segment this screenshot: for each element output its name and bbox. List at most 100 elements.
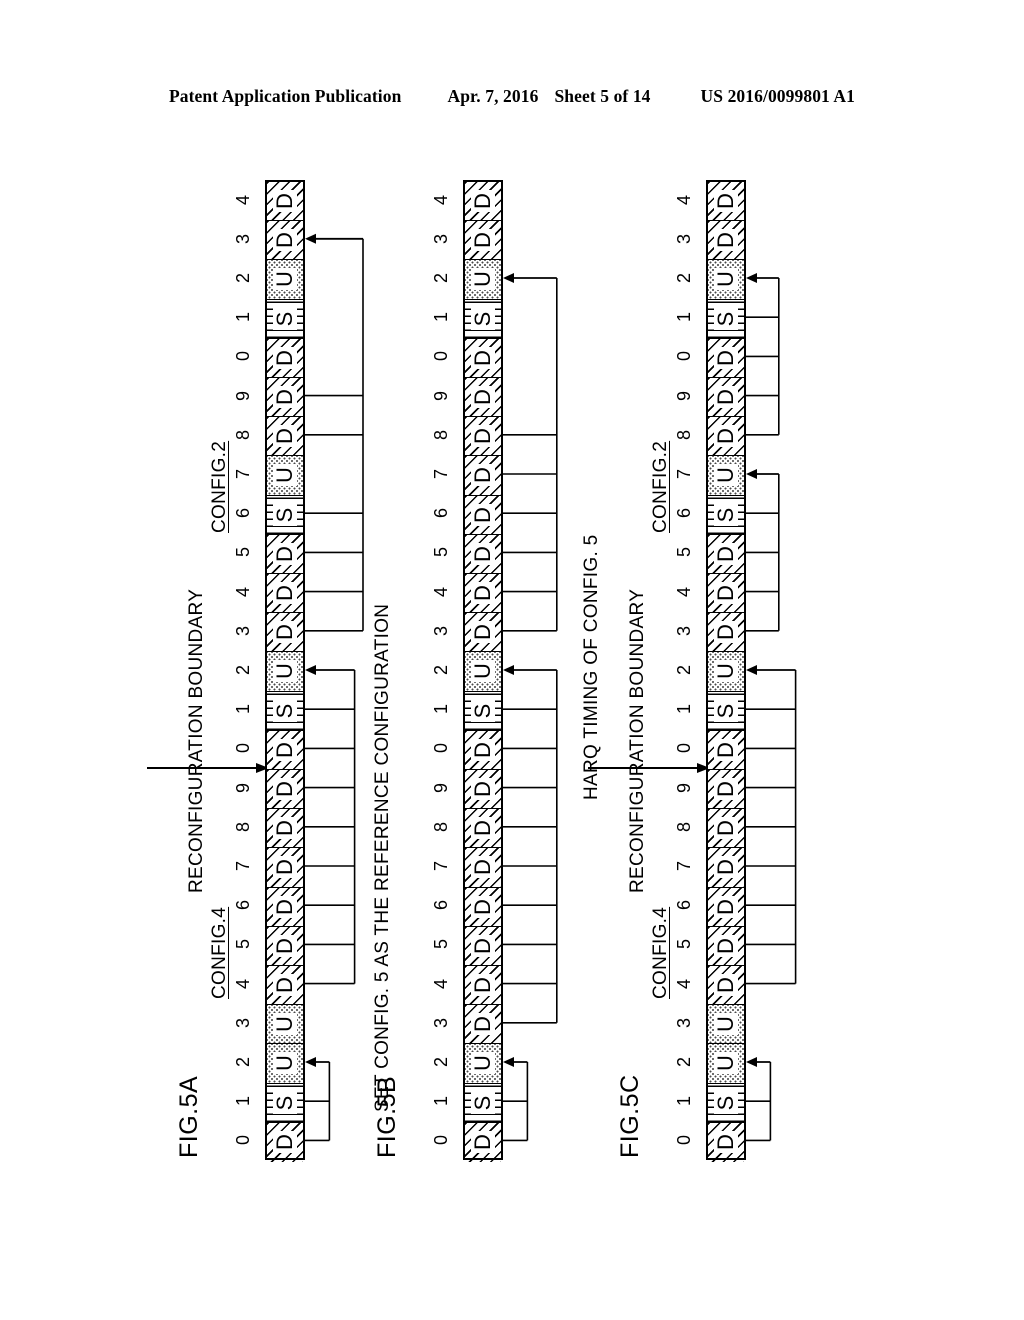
fig-5c-subframe-bar: D S U U D D D D D D D S U D D D S U D D D S U D D [706,180,746,1162]
subframe-cell-D: D [267,887,303,927]
cell-glyph: U [713,1055,738,1072]
subframe-index: 5 [674,939,694,950]
subframe-index: 2 [233,272,253,284]
subframe-cell-U: U [267,652,303,692]
subframe-index: 3 [233,1017,253,1028]
subframe-index: 9 [674,782,694,793]
fig-5c-label: FIG.5C [616,1074,644,1158]
subframe-index: 6 [431,508,451,519]
subframe-cell-U: U [708,456,744,496]
subframe-index: 6 [431,900,451,911]
cell-glyph: U [470,663,495,680]
subframe-index: 1 [674,704,694,715]
subframe-index: 4 [431,194,451,205]
subframe-cell-S: S [708,1083,744,1123]
subframe-cell-D: D [267,613,303,653]
subframe-cell-D: D [465,887,501,927]
cell-glyph: S [272,311,297,327]
cell-glyph: D [470,781,495,798]
subframe-cell-D: D [267,378,303,418]
subframe-cell-D: D [267,338,303,378]
subframe-index: 2 [674,272,694,284]
subframe-index: 6 [233,900,253,911]
subframe-index: 9 [674,390,694,401]
fig-5c-boundary-arrow [588,758,710,778]
subframe-index: 2 [431,1056,451,1068]
cell-glyph: D [713,232,738,249]
subframe-cell-S: S [465,299,501,339]
subframe-index: 7 [674,860,694,872]
subframe-index: 7 [233,860,253,872]
fig-5a-harq-connectors [305,180,425,1160]
fig-5c-config-left: CONFIG.4 [650,907,671,1000]
subframe-cell-D: D [465,926,501,966]
subframe-index: 5 [233,547,253,558]
subframe-index: 1 [233,312,253,323]
cell-glyph: D [713,820,738,837]
subframe-cell-D: D [708,417,744,457]
patent-figure-page: Patent Application Publication Apr. 7, 2… [0,0,1024,1320]
cell-glyph: D [272,859,297,876]
cell-glyph: S [272,507,297,523]
cell-glyph: D [470,898,495,915]
subframe-index: 8 [431,821,451,832]
subframe-cell-U: U [267,456,303,496]
subframe-index: 4 [674,978,694,989]
subframe-cell-D: D [465,613,501,653]
subframe-index: 8 [674,821,694,832]
cell-glyph: D [470,467,495,484]
subframe-cell-D: D [267,926,303,966]
subframe-cell-D: D [708,221,744,261]
subframe-cell-D: D [267,809,303,849]
subframe-index: 4 [431,978,451,989]
subframe-cell-D: D [708,887,744,927]
fig-5b-caption: SET CONFIG. 5 AS THE REFERENCE CONFIGURA… [372,603,393,1112]
subframe-cell-S: S [267,495,303,535]
cell-glyph: S [470,1095,495,1111]
cell-glyph: D [713,428,738,445]
subframe-cell-D: D [465,182,501,222]
cell-glyph: D [272,977,297,994]
cell-glyph: D [713,977,738,994]
cell-glyph: U [713,1016,738,1033]
subframe-cell-D: D [465,848,501,888]
cell-glyph: S [713,703,738,719]
publication-header: Patent Application Publication Apr. 7, 2… [0,86,1024,107]
subframe-index: 2 [674,664,694,676]
fig-5c-config-right: CONFIG.2 [650,440,671,533]
cell-glyph: D [272,741,297,758]
cell-glyph: D [470,585,495,602]
header-date: Apr. 7, 2016 [447,86,539,106]
subframe-cell-U: U [708,1005,744,1045]
subframe-cell-U: U [465,260,501,300]
header-sheet: Sheet 5 of 14 [554,86,651,106]
cell-glyph: D [272,545,297,562]
cell-glyph: S [470,311,495,327]
subframe-index: 0 [674,351,694,362]
cell-glyph: D [272,937,297,954]
fig-5a-label: FIG.5A [175,1075,203,1158]
cell-glyph: D [470,545,495,562]
subframe-cell-D: D [465,221,501,261]
subframe-index: 3 [674,1017,694,1028]
subframe-cell-S: S [708,691,744,731]
subframe-index: 3 [674,625,694,636]
subframe-cell-S: S [465,1083,501,1123]
header-document-number: US 2016/0099801 A1 [700,86,855,106]
subframe-index: 2 [674,1056,694,1068]
subframe-cell-D: D [267,770,303,810]
cell-glyph: D [470,193,495,210]
subframe-index: 0 [431,351,451,362]
subframe-index: 7 [233,468,253,480]
subframe-index: 0 [233,743,253,754]
subframe-cell-D: D [465,574,501,614]
cell-glyph: D [470,859,495,876]
subframe-index: 1 [431,704,451,715]
cell-glyph: D [713,389,738,406]
subframe-index: 0 [431,1135,451,1146]
cell-glyph: S [470,703,495,719]
subframe-index: 7 [431,860,451,872]
cell-glyph: D [713,545,738,562]
subframe-cell-D: D [708,574,744,614]
cell-glyph: D [713,624,738,641]
